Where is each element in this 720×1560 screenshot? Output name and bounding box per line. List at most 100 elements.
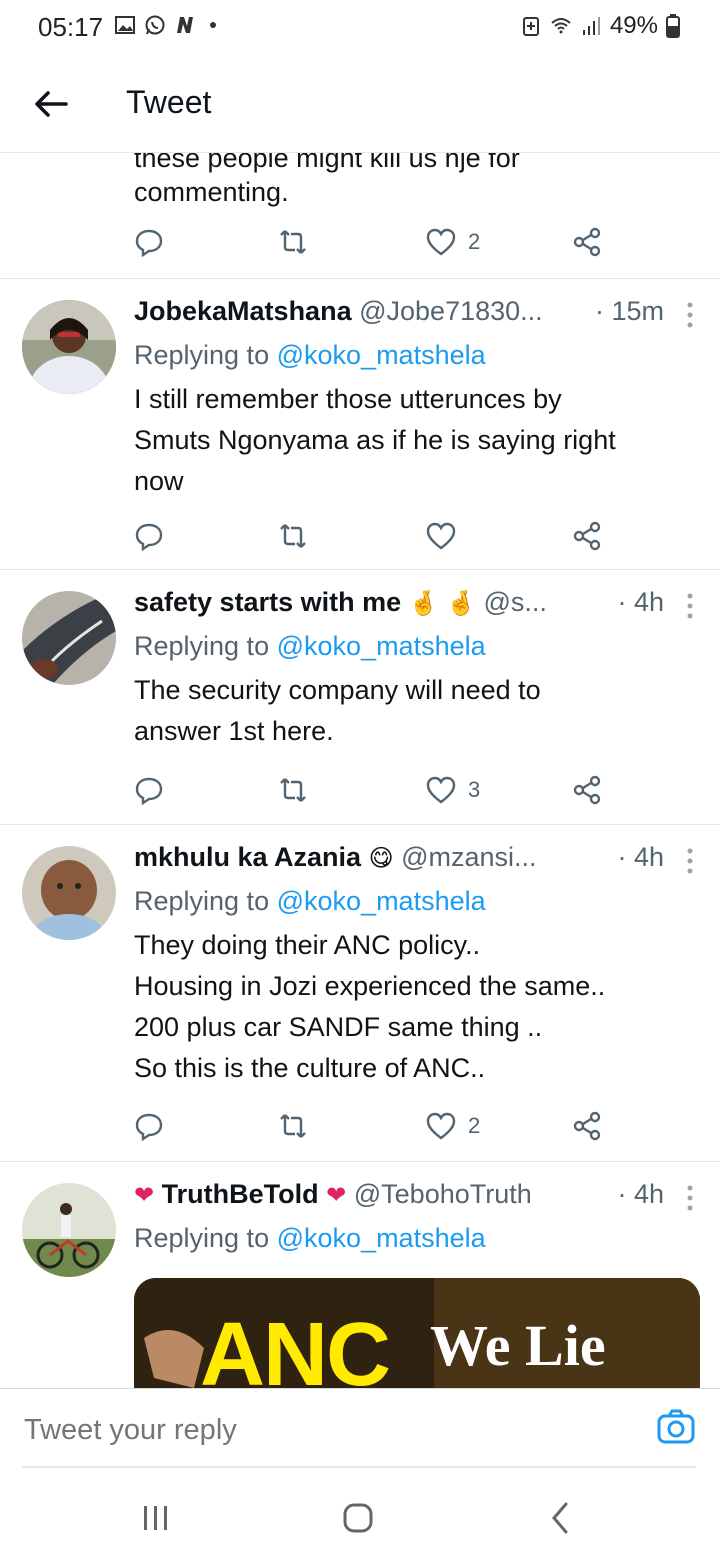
heart-icon [426,776,456,804]
display-name[interactable]: mkhulu ka Azania [134,842,361,872]
heart-icon [426,228,456,256]
replying-to-link[interactable]: @koko_matshela [277,886,486,916]
tweet-text-line: answer 1st here. [134,716,334,746]
reply-button[interactable] [134,224,164,260]
tweet-actions: 2 [134,224,614,260]
recent-apps-icon[interactable] [136,1498,176,1538]
avatar[interactable] [22,591,116,685]
tweet-text: The security company will need to answer… [134,670,690,752]
tweet-text-line: They doing their ANC policy.. [134,930,481,960]
replying-to-link[interactable]: @koko_matshela [277,340,486,370]
reply-icon [135,1113,163,1141]
tweet-text-line: So this is the culture of ANC.. [134,1053,486,1083]
status-system-icons: 49% [520,12,680,40]
like-button[interactable]: 2 [426,1108,480,1144]
reply-icon [135,523,163,551]
tweet-item[interactable]: these people might kill us nje for comme… [0,152,720,279]
like-button[interactable]: 3 [426,772,480,808]
dot-icon [210,22,216,28]
tweet-item[interactable]: ❤ TruthBeTold ❤ @TebohoTruth · 4h Replyi… [0,1161,720,1388]
divider [22,1466,696,1468]
share-icon [573,1111,601,1141]
whatsapp-icon [145,15,165,35]
display-name[interactable]: safety starts with me [134,587,401,617]
reply-composer [0,1388,720,1469]
tweet-header: ❤ TruthBeTold ❤ @TebohoTruth [134,1179,630,1215]
camera-icon[interactable] [656,1407,696,1447]
retweet-button[interactable] [278,1108,308,1144]
more-options-icon[interactable] [680,300,700,330]
reply-button[interactable] [134,772,164,808]
retweet-icon [280,1114,306,1138]
tweet-text-line: 200 plus car SANDF same thing .. [134,1012,543,1042]
user-handle[interactable]: @Jobe71830... [359,296,543,326]
display-name[interactable]: JobekaMatshana [134,296,352,326]
battery-percent: 49% [609,12,658,39]
replying-to: Replying to @koko_matshela [134,631,486,662]
tweet-time: · 4h [617,842,664,872]
yum-face-emoji-icon: 😋 [368,845,394,872]
avatar-image [22,1183,116,1277]
reply-button[interactable] [134,518,164,554]
avatar[interactable] [22,300,116,394]
retweet-icon [280,778,306,802]
tweet-time: · 15m [594,296,664,326]
tweet-item[interactable]: JobekaMatshana @Jobe71830... · 15m Reply… [0,278,720,570]
avatar-image [22,300,116,394]
tweet-thread[interactable]: these people might kill us nje for comme… [0,152,720,1388]
fingers-crossed-emoji-icon: 🤞 [408,590,439,617]
share-button[interactable] [572,518,602,554]
replying-to-link[interactable]: @koko_matshela [277,1223,486,1253]
like-button[interactable] [426,518,456,554]
share-button[interactable] [572,772,602,808]
tweet-text-line: The security company will need to [134,675,541,705]
user-handle[interactable]: @TebohoTruth [354,1179,532,1209]
avatar[interactable] [22,846,116,940]
red-heart-emoji-icon: ❤ [326,1182,347,1209]
more-options-icon[interactable] [680,846,700,876]
user-handle[interactable]: @mzansi... [401,842,536,872]
tweet-text-line: now [134,466,184,496]
share-icon [573,775,601,805]
tweet-text-line: Smuts Ngonyama as if he is saying right [134,425,616,455]
tweet-reply-input[interactable] [22,1413,586,1448]
share-button[interactable] [572,224,602,260]
more-options-icon[interactable] [680,591,700,621]
like-button[interactable]: 2 [426,224,480,260]
tweet-text-line: I still remember those utterunces by [134,384,562,414]
reply-icon [135,777,163,805]
red-heart-emoji-icon: ❤ [134,1182,155,1209]
tweet-actions: 2 [134,1108,614,1144]
heart-icon [426,522,456,550]
tweet-time: · 4h [617,1179,664,1209]
signal-icon [582,17,600,35]
arrow-left-icon[interactable] [32,84,72,124]
home-icon[interactable] [338,1498,378,1538]
replying-prefix: Replying to [134,886,270,916]
more-options-icon[interactable] [680,1183,700,1213]
tweet-item[interactable]: mkhulu ka Azania 😋 @mzansi... · 4h Reply… [0,824,720,1162]
retweet-icon [280,524,306,548]
n-app-icon [177,17,193,33]
retweet-button[interactable] [278,518,308,554]
display-name[interactable]: TruthBeTold [162,1179,319,1209]
system-navigation-bar [0,1470,720,1560]
retweet-button[interactable] [278,224,308,260]
tweet-item[interactable]: safety starts with me 🤞 🤞 @s... · 4h Rep… [0,569,720,825]
back-nav-icon[interactable] [540,1498,580,1538]
avatar[interactable] [22,1183,116,1277]
share-button[interactable] [572,1108,602,1144]
reply-icon [135,229,163,257]
tweet-media-image[interactable]: ANC We Lie [134,1278,700,1388]
gallery-icon [115,16,135,34]
heart-icon [426,1112,456,1140]
retweet-button[interactable] [278,772,308,808]
reply-button[interactable] [134,1108,164,1144]
tweet-header: safety starts with me 🤞 🤞 @s... [134,587,630,623]
replying-to-link[interactable]: @koko_matshela [277,631,486,661]
battery-saver-icon [522,17,539,36]
user-handle[interactable]: @s... [483,587,546,617]
tweet-text: I still remember those utterunces by Smu… [134,379,690,502]
fingers-crossed-emoji-icon: 🤞 [446,590,476,617]
page-title: Tweet [126,84,212,120]
